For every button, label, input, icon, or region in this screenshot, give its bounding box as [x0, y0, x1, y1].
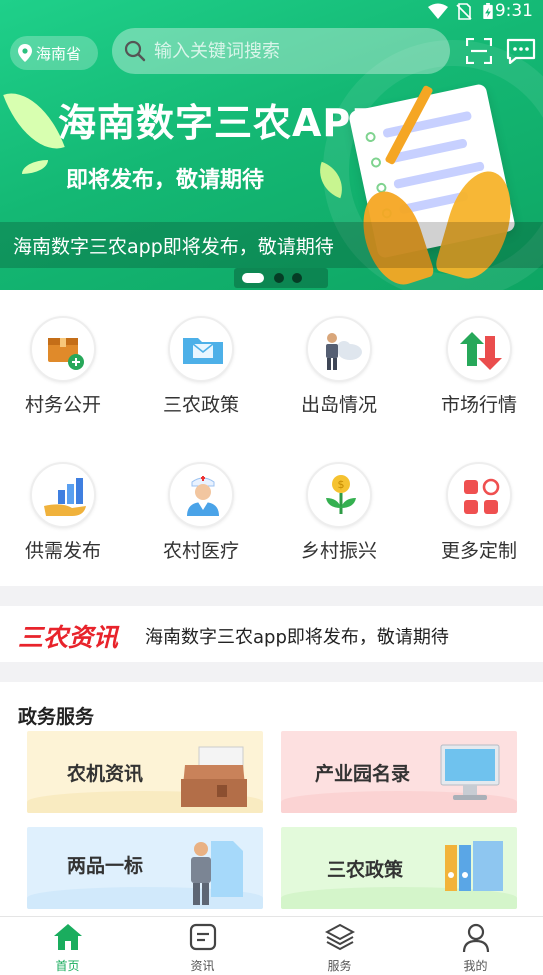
section-divider: [0, 586, 543, 606]
folder-mail-icon: [168, 316, 234, 382]
function-item-supply-demand[interactable]: 供需发布: [0, 462, 126, 563]
news-brand-logo: 三农资讯: [18, 623, 119, 652]
status-bar: 9:31: [0, 0, 543, 24]
nav-label: 首页: [55, 959, 80, 973]
hand-chart-icon: [30, 462, 96, 528]
coin-sprout-icon: $: [306, 462, 372, 528]
nav-label: 资讯: [190, 959, 215, 973]
function-label: 乡村振兴: [300, 540, 377, 562]
person-document-icon: [191, 841, 243, 905]
nav-item-home[interactable]: 首页: [0, 917, 135, 975]
user-icon: [462, 923, 489, 953]
function-item-rural-revival[interactable]: $ 乡村振兴: [276, 462, 402, 563]
service-card-farm-machinery[interactable]: 农机资讯: [27, 731, 263, 813]
function-item-island-exit[interactable]: 出岛情况: [276, 316, 402, 417]
news-headline[interactable]: 海南数字三农app即将发布，敬请期待: [145, 623, 449, 649]
bottom-navigation: 首页 资讯 服务 我的: [0, 916, 543, 975]
function-item-medical[interactable]: 农村医疗: [138, 462, 264, 563]
service-card-label: 两品一标: [67, 855, 144, 877]
location-pin-icon: [18, 44, 32, 62]
function-item-agri-policy[interactable]: 三农政策: [138, 316, 264, 417]
service-card-industrial-parks[interactable]: 产业园名录: [281, 731, 517, 813]
leaf-decoration: [22, 160, 48, 174]
home-icon: [53, 924, 82, 950]
function-label: 供需发布: [24, 540, 101, 562]
nav-label: 我的: [463, 959, 488, 973]
function-label: 村务公开: [24, 394, 101, 416]
function-label: 更多定制: [440, 540, 517, 562]
banner-title: 海南数字三农APP: [58, 101, 381, 145]
nav-label: 服务: [327, 959, 352, 973]
person-cloud-icon: [306, 316, 372, 382]
binders-icon: [445, 841, 503, 891]
carousel-dot-active[interactable]: [242, 273, 264, 283]
service-card-label: 三农政策: [327, 859, 404, 881]
location-label: 海南省: [36, 44, 82, 63]
section-title: 政务服务: [18, 706, 95, 728]
wifi-icon: [428, 3, 448, 19]
carousel-dot[interactable]: [292, 273, 302, 283]
box-plus-icon: [30, 316, 96, 382]
location-selector[interactable]: 海南省: [10, 36, 98, 70]
search-input[interactable]: [154, 40, 424, 62]
function-label: 出岛情况: [300, 394, 377, 416]
service-card-certification[interactable]: 两品一标: [27, 827, 263, 909]
nav-item-news[interactable]: 资讯: [135, 917, 270, 975]
svg-text:$: $: [338, 478, 345, 491]
scan-icon[interactable]: [466, 38, 492, 64]
function-item-more[interactable]: 更多定制: [416, 462, 542, 563]
service-card-label: 产业园名录: [315, 763, 411, 785]
banner-subtitle: 即将发布，敬请期待: [66, 168, 265, 193]
search-icon: [124, 40, 146, 62]
service-card-agri-policy[interactable]: 三农政策: [281, 827, 517, 909]
grid-apps-icon: [446, 462, 512, 528]
status-time: 9:31: [494, 1, 533, 21]
message-icon[interactable]: [506, 38, 536, 64]
no-sim-icon: [456, 3, 472, 20]
function-label: 农村医疗: [162, 540, 239, 562]
news-ticker[interactable]: 三农资讯 海南数字三农app即将发布，敬请期待: [0, 606, 543, 662]
function-label: 市场行情: [440, 394, 517, 416]
doctor-icon: [168, 462, 234, 528]
leaf-decoration: [3, 81, 65, 161]
up-down-arrows-icon: [446, 316, 512, 382]
service-card-label: 农机资讯: [67, 763, 144, 785]
monitor-icon: [440, 744, 500, 800]
battery-charging-icon: [483, 3, 493, 20]
nav-item-services[interactable]: 服务: [272, 917, 407, 975]
function-label: 三农政策: [162, 394, 239, 416]
function-grid: 村务公开 三农政策 出岛情况 市场行情 供需发布 农村医疗 $ 乡村振兴 更多定…: [0, 290, 543, 586]
function-item-village-affairs[interactable]: 村务公开: [0, 316, 126, 417]
carousel-dot[interactable]: [274, 273, 284, 283]
layers-icon: [324, 923, 355, 951]
news-icon: [189, 923, 216, 951]
function-item-market[interactable]: 市场行情: [416, 316, 542, 417]
section-divider: [0, 662, 543, 682]
banner-caption-bar: 海南数字三农app即将发布，敬请期待: [0, 222, 543, 268]
banner-caption: 海南数字三农app即将发布，敬请期待: [13, 236, 334, 258]
nav-item-profile[interactable]: 我的: [408, 917, 543, 975]
search-bar[interactable]: [112, 28, 450, 74]
briefcase-icon: [181, 746, 247, 807]
carousel-indicator: [0, 268, 543, 290]
